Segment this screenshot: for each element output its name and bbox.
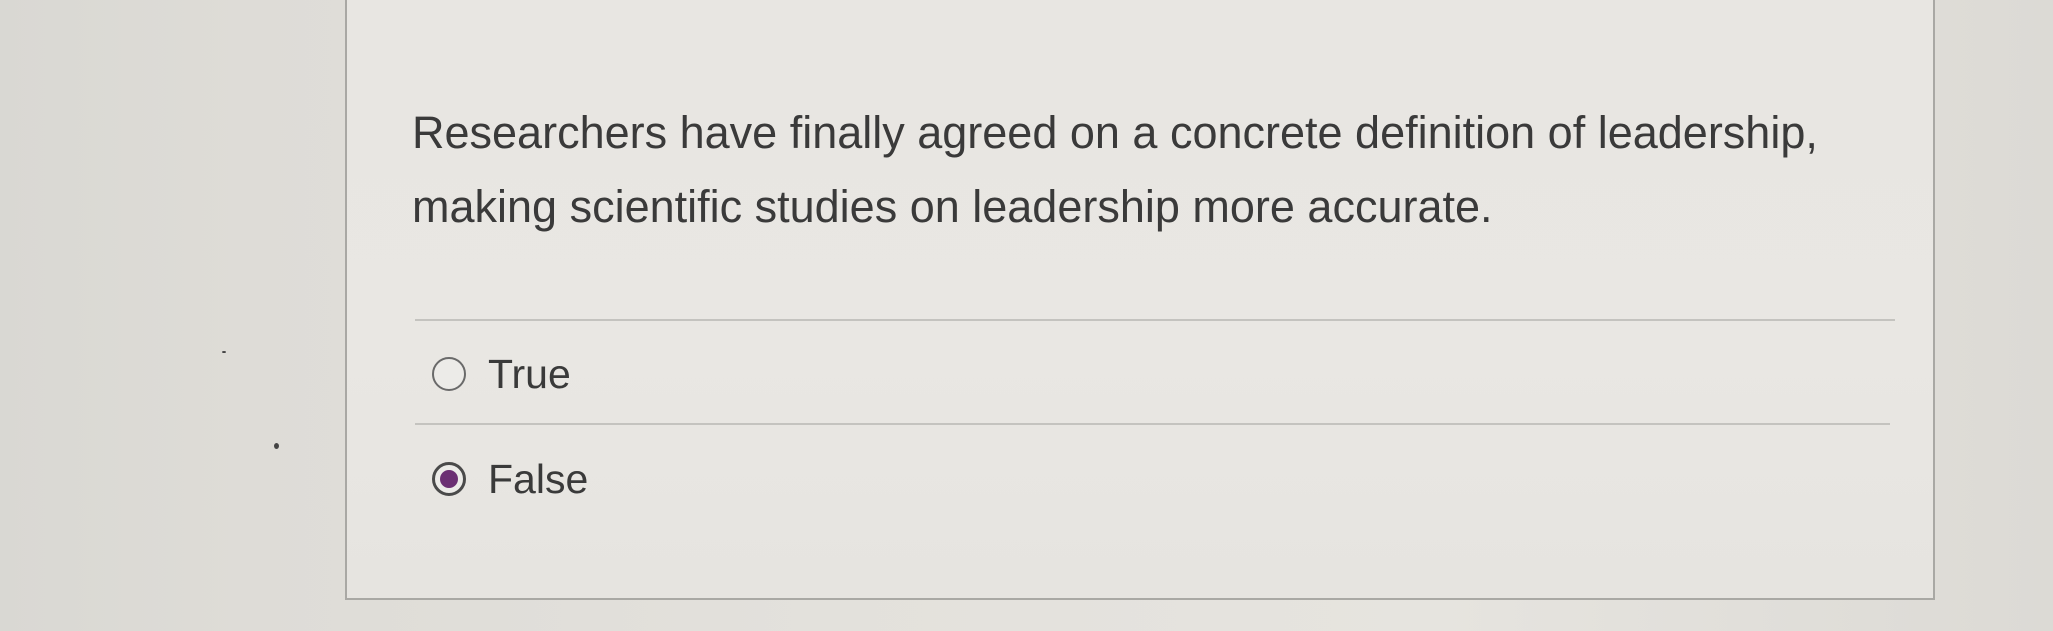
answer-option-false[interactable]: False bbox=[432, 454, 588, 504]
divider bbox=[415, 319, 1895, 321]
question-text: Researchers have finally agreed on a con… bbox=[412, 107, 1818, 232]
divider bbox=[415, 423, 1890, 425]
radio-button-true[interactable] bbox=[432, 357, 466, 391]
background-speck bbox=[274, 443, 279, 449]
answer-option-true[interactable]: True bbox=[432, 349, 571, 399]
answer-label-true: True bbox=[488, 351, 571, 397]
answer-label-false: False bbox=[488, 456, 589, 502]
question-card: Researchers have finally agreed on a con… bbox=[345, 0, 1935, 600]
background-speck bbox=[222, 351, 226, 353]
radio-button-false-selected[interactable] bbox=[432, 462, 466, 496]
